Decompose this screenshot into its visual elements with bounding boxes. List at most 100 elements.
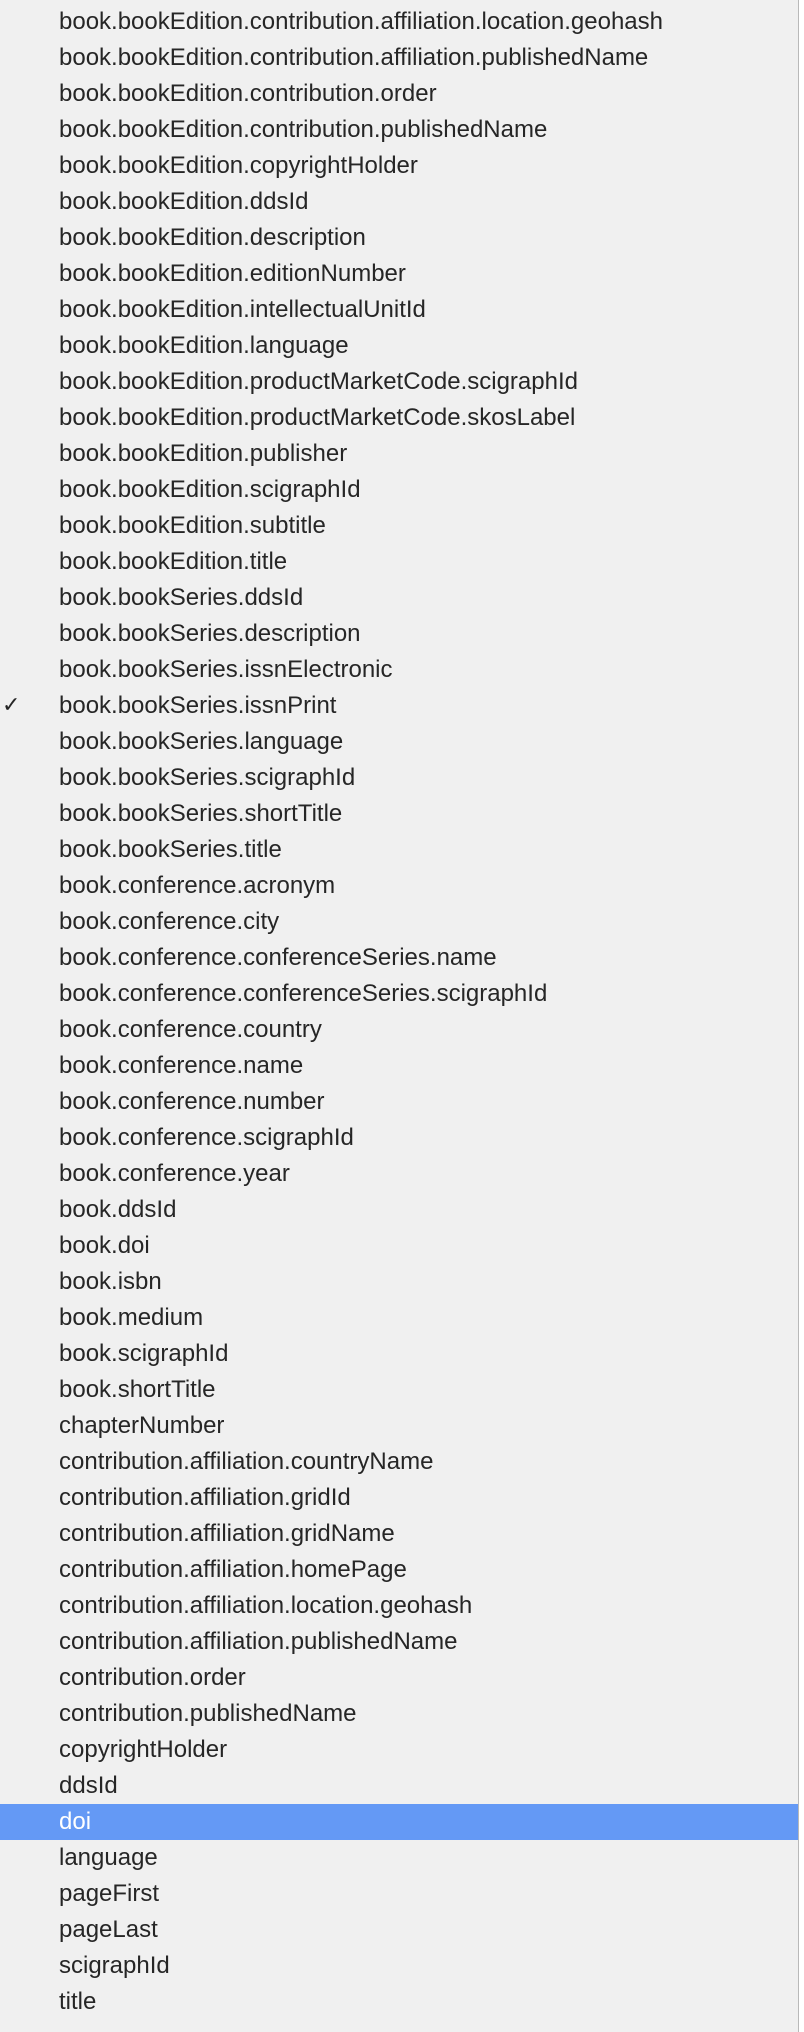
menu-item[interactable]: contribution.affiliation.gridId: [0, 1480, 798, 1516]
menu-item-label: contribution.publishedName: [59, 1700, 357, 1727]
menu-item-label: book.bookEdition.editionNumber: [59, 260, 406, 287]
menu-item[interactable]: book.bookEdition.contribution.affiliatio…: [0, 4, 798, 40]
menu-item[interactable]: copyrightHolder: [0, 1732, 798, 1768]
menu-item[interactable]: book.conference.name: [0, 1048, 798, 1084]
menu-item[interactable]: book.bookEdition.productMarketCode.scigr…: [0, 364, 798, 400]
menu-item-label: book.bookEdition.contribution.publishedN…: [59, 116, 548, 143]
menu-item-label: book.conference.country: [59, 1016, 322, 1043]
menu-item-label: title: [59, 1988, 97, 2015]
menu-item[interactable]: book.conference.number: [0, 1084, 798, 1120]
menu-item[interactable]: book.bookEdition.editionNumber: [0, 256, 798, 292]
menu-item-label: pageLast: [59, 1916, 158, 1943]
menu-item-selected[interactable]: doi: [0, 1804, 798, 1840]
menu-item-label: book.doi: [59, 1232, 150, 1259]
menu-item-label: contribution.affiliation.publishedName: [59, 1628, 458, 1655]
menu-item[interactable]: chapterNumber: [0, 1408, 798, 1444]
menu-item-label: copyrightHolder: [59, 1736, 228, 1763]
menu-item[interactable]: book.bookEdition.ddsId: [0, 184, 798, 220]
menu-item-label: book.conference.acronym: [59, 872, 336, 899]
menu-item-label: book.bookSeries.ddsId: [59, 584, 304, 611]
menu-item-label: contribution.order: [59, 1664, 246, 1691]
menu-item-label: book.bookSeries.issnElectronic: [59, 656, 393, 683]
menu-item[interactable]: book.bookEdition.publisher: [0, 436, 798, 472]
menu-item[interactable]: book.isbn: [0, 1264, 798, 1300]
menu-item[interactable]: book.conference.conferenceSeries.name: [0, 940, 798, 976]
menu-item[interactable]: book.bookEdition.intellectualUnitId: [0, 292, 798, 328]
menu-item[interactable]: contribution.affiliation.location.geohas…: [0, 1588, 798, 1624]
menu-item-label: book.bookSeries.language: [59, 728, 344, 755]
menu-item[interactable]: ddsId: [0, 1768, 798, 1804]
menu-item[interactable]: book.bookSeries.title: [0, 832, 798, 868]
menu-item[interactable]: title: [0, 1984, 798, 2020]
menu-item-label: ddsId: [59, 1772, 118, 1799]
menu-item[interactable]: book.bookEdition.language: [0, 328, 798, 364]
menu-item[interactable]: book.ddsId: [0, 1192, 798, 1228]
menu-item-label: scigraphId: [59, 1952, 170, 1979]
menu-item-label: book.bookSeries.issnPrint: [59, 692, 337, 719]
dropdown-menu: book.bookEdition.contribution.affiliatio…: [0, 0, 799, 2032]
menu-item-label: contribution.affiliation.countryName: [59, 1448, 434, 1475]
menu-item[interactable]: pageFirst: [0, 1876, 798, 1912]
menu-item[interactable]: book.bookEdition.scigraphId: [0, 472, 798, 508]
menu-item-label: book.ddsId: [59, 1196, 177, 1223]
menu-item-label: chapterNumber: [59, 1412, 225, 1439]
menu-item[interactable]: book.doi: [0, 1228, 798, 1264]
menu-item[interactable]: scigraphId: [0, 1948, 798, 1984]
menu-item-label: book.bookEdition.language: [59, 332, 349, 359]
menu-item[interactable]: book.bookSeries.ddsId: [0, 580, 798, 616]
menu-item-label: book.bookSeries.title: [59, 836, 282, 863]
menu-item[interactable]: contribution.publishedName: [0, 1696, 798, 1732]
menu-item-label: contribution.affiliation.gridName: [59, 1520, 395, 1547]
menu-item[interactable]: language: [0, 1840, 798, 1876]
menu-item-label: book.bookEdition.description: [59, 224, 366, 251]
menu-item[interactable]: book.bookEdition.subtitle: [0, 508, 798, 544]
menu-item-label: book.bookEdition.subtitle: [59, 512, 326, 539]
menu-item-label: book.conference.scigraphId: [59, 1124, 354, 1151]
menu-item[interactable]: pageLast: [0, 1912, 798, 1948]
menu-item[interactable]: book.conference.country: [0, 1012, 798, 1048]
menu-item[interactable]: book.bookEdition.contribution.publishedN…: [0, 112, 798, 148]
menu-item-label: language: [59, 1844, 158, 1871]
menu-item[interactable]: book.bookSeries.issnElectronic: [0, 652, 798, 688]
menu-item[interactable]: book.conference.city: [0, 904, 798, 940]
menu-item-label: contribution.affiliation.gridId: [59, 1484, 351, 1511]
menu-item-label: book.conference.city: [59, 908, 280, 935]
menu-item[interactable]: book.bookEdition.description: [0, 220, 798, 256]
menu-item-label: book.conference.number: [59, 1088, 325, 1115]
menu-item[interactable]: contribution.order: [0, 1660, 798, 1696]
menu-item[interactable]: book.bookEdition.contribution.order: [0, 76, 798, 112]
menu-item-label: contribution.affiliation.location.geohas…: [59, 1592, 473, 1619]
menu-item[interactable]: book.medium: [0, 1300, 798, 1336]
menu-item[interactable]: book.bookSeries.shortTitle: [0, 796, 798, 832]
menu-item[interactable]: contribution.affiliation.homePage: [0, 1552, 798, 1588]
menu-item[interactable]: book.bookSeries.scigraphId: [0, 760, 798, 796]
menu-item[interactable]: book.conference.acronym: [0, 868, 798, 904]
menu-item-label: book.bookEdition.copyrightHolder: [59, 152, 418, 179]
menu-item-label: book.conference.conferenceSeries.scigrap…: [59, 980, 548, 1007]
menu-item[interactable]: contribution.affiliation.gridName: [0, 1516, 798, 1552]
menu-item-label: book.bookSeries.shortTitle: [59, 800, 343, 827]
menu-item[interactable]: book.conference.conferenceSeries.scigrap…: [0, 976, 798, 1012]
menu-item-label: book.bookEdition.contribution.order: [59, 80, 437, 107]
menu-item[interactable]: book.scigraphId: [0, 1336, 798, 1372]
menu-item[interactable]: book.bookEdition.contribution.affiliatio…: [0, 40, 798, 76]
menu-item-label: book.conference.year: [59, 1160, 290, 1187]
menu-item-label: book.bookEdition.productMarketCode.scigr…: [59, 368, 578, 395]
menu-item-label: book.bookEdition.contribution.affiliatio…: [59, 8, 663, 35]
menu-item[interactable]: ✓ book.bookSeries.issnPrint: [0, 688, 798, 724]
menu-item[interactable]: book.bookEdition.productMarketCode.skosL…: [0, 400, 798, 436]
menu-item[interactable]: contribution.affiliation.countryName: [0, 1444, 798, 1480]
menu-item-label: book.bookEdition.scigraphId: [59, 476, 361, 503]
menu-item[interactable]: contribution.affiliation.publishedName: [0, 1624, 798, 1660]
menu-item-label: book.medium: [59, 1304, 204, 1331]
menu-item-label: book.conference.conferenceSeries.name: [59, 944, 497, 971]
menu-item-label: contribution.affiliation.homePage: [59, 1556, 407, 1583]
menu-item[interactable]: book.bookSeries.language: [0, 724, 798, 760]
menu-item[interactable]: book.conference.year: [0, 1156, 798, 1192]
menu-item[interactable]: book.bookEdition.title: [0, 544, 798, 580]
menu-item[interactable]: book.bookEdition.copyrightHolder: [0, 148, 798, 184]
menu-item-label: book.bookEdition.intellectualUnitId: [59, 296, 426, 323]
menu-item[interactable]: book.bookSeries.description: [0, 616, 798, 652]
menu-item[interactable]: book.conference.scigraphId: [0, 1120, 798, 1156]
menu-item[interactable]: book.shortTitle: [0, 1372, 798, 1408]
